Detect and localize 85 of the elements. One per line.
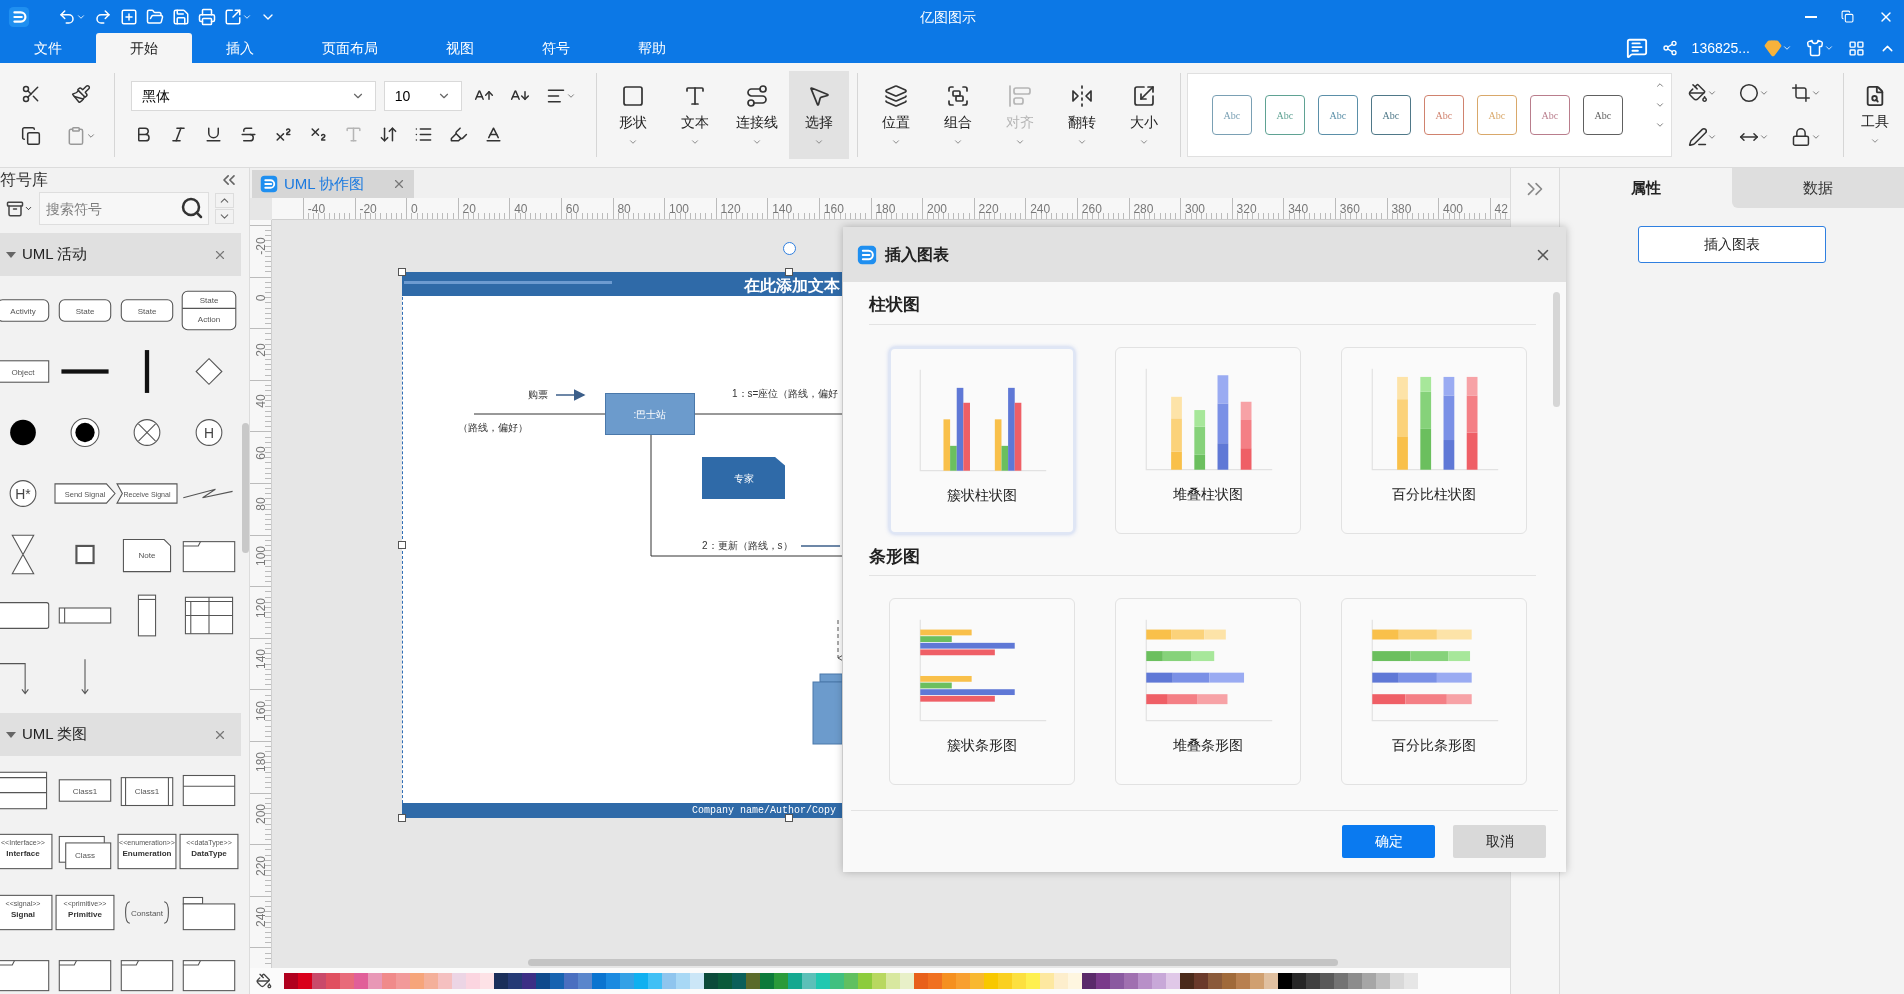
- ruler-label: 20: [462, 201, 476, 218]
- ruler-label: 320: [1236, 201, 1257, 218]
- ruler-label: 140: [254, 648, 268, 672]
- ruler-label: 60: [254, 445, 268, 462]
- ruler-label: 180: [875, 201, 896, 218]
- ruler-label: 220: [978, 201, 999, 218]
- font-select[interactable]: 黑体: [130, 81, 376, 111]
- chart-type-card[interactable]: 堆叠柱状图: [1115, 346, 1301, 534]
- chart-type-card[interactable]: 百分比柱状图: [1341, 346, 1527, 534]
- panel-title: 符号库: [0, 170, 48, 190]
- chart-type-card[interactable]: 簇状柱状图: [889, 346, 1075, 534]
- style-swatch[interactable]: Abc: [1582, 95, 1623, 135]
- ruler-label: 120: [720, 201, 741, 218]
- ruler-label: 340: [1288, 201, 1309, 218]
- message-label[interactable]: 2：更新（路线，s）: [702, 538, 793, 553]
- user-name[interactable]: 136825...: [1691, 37, 1750, 59]
- menu-tab[interactable]: 页面布局: [288, 33, 412, 63]
- chart-type-card[interactable]: 簇状条形图: [889, 598, 1075, 785]
- ruler-label: 80: [254, 496, 268, 514]
- style-swatch[interactable]: Abc: [1370, 95, 1411, 135]
- ribbon-tool-button[interactable]: 翻转: [1051, 71, 1112, 159]
- section-title: 条形图: [869, 543, 1536, 576]
- confirm-button[interactable]: 确定: [1342, 825, 1435, 858]
- ruler-label: 0: [411, 201, 418, 218]
- ribbon-tool-button[interactable]: 大小: [1113, 71, 1174, 159]
- chart-type-card[interactable]: 堆叠条形图: [1115, 598, 1301, 785]
- footer-text[interactable]: Company name/Author/Copy: [692, 804, 837, 817]
- ruler-label: 360: [1339, 201, 1360, 218]
- ruler-label: 200: [254, 803, 268, 826]
- ribbon-tool-button[interactable]: 形状: [602, 71, 663, 159]
- ruler-label: 160: [823, 201, 844, 218]
- ribbon-tool-button[interactable]: 连接线: [726, 71, 787, 159]
- ruler-label: 40: [514, 201, 528, 218]
- ruler-label: 300: [1185, 201, 1206, 218]
- ruler-label: 40: [254, 393, 268, 410]
- ruler-label: 0: [254, 293, 268, 304]
- ribbon-tool-button[interactable]: 文本: [664, 71, 725, 159]
- ruler-label: -20: [254, 236, 268, 258]
- cancel-button[interactable]: 取消: [1453, 825, 1546, 858]
- ruler-label: 200: [927, 201, 948, 218]
- menu-tab[interactable]: 视图: [412, 33, 508, 63]
- ruler-label: 400: [1443, 201, 1464, 218]
- font-size-select[interactable]: 10: [383, 81, 462, 111]
- message-label[interactable]: 购票: [528, 387, 548, 402]
- menu-tab[interactable]: 插入: [192, 33, 288, 63]
- ruler-label: -40: [307, 201, 326, 218]
- insert-chart-button[interactable]: 插入图表: [1638, 226, 1826, 263]
- style-swatch[interactable]: Abc: [1317, 95, 1358, 135]
- ruler-label: 180: [254, 751, 268, 775]
- window-title: 亿图图示: [920, 8, 976, 27]
- ribbon-tool-button[interactable]: 位置: [865, 71, 926, 159]
- ruler-label: 60: [565, 201, 580, 218]
- ribbon-tool-button[interactable]: 选择: [788, 71, 849, 159]
- header-text[interactable]: 在此添加文本: [744, 274, 840, 298]
- ruler-label: 20: [254, 341, 268, 359]
- menu-tab[interactable]: 帮助: [604, 33, 700, 63]
- ruler-label: 140: [772, 201, 793, 218]
- search-field[interactable]: 搜索符号: [39, 192, 209, 225]
- tools-button[interactable]: 工具: [1850, 71, 1900, 159]
- ruler-label: 100: [254, 545, 268, 568]
- ruler-label: 100: [669, 201, 690, 218]
- ruler-label: -20: [359, 201, 377, 218]
- section-header[interactable]: UML 类图: [0, 713, 241, 756]
- ruler-label: 42: [1494, 201, 1508, 218]
- panel-tab[interactable]: 数据: [1732, 168, 1904, 208]
- menu-tab[interactable]: 文件: [0, 33, 96, 63]
- ruler-label: 260: [1081, 201, 1102, 218]
- ruler-label: 380: [1391, 201, 1412, 218]
- section-header[interactable]: UML 活动: [0, 233, 241, 276]
- chart-type-card[interactable]: 百分比条形图: [1341, 598, 1527, 785]
- section-title: 柱状图: [869, 292, 1536, 325]
- ruler-label: 120: [254, 596, 268, 620]
- ruler-label: 240: [254, 906, 268, 930]
- ruler-label: 280: [1133, 201, 1154, 218]
- ruler-label: 80: [617, 201, 631, 218]
- menu-tab[interactable]: 符号: [508, 33, 604, 63]
- ribbon-tool-button[interactable]: 组合: [927, 71, 988, 159]
- menu-tab[interactable]: 开始: [96, 33, 192, 63]
- dialog-title: 插入图表: [885, 244, 949, 265]
- ruler-label: 220: [254, 854, 268, 878]
- ruler-label: 240: [1030, 201, 1051, 218]
- message-label[interactable]: 1：s=座位（路线，偏好: [732, 386, 839, 401]
- ruler-label: 160: [254, 699, 268, 723]
- note-box[interactable]: 专家: [702, 457, 785, 499]
- parameter-label[interactable]: （路线，偏好）: [458, 420, 528, 435]
